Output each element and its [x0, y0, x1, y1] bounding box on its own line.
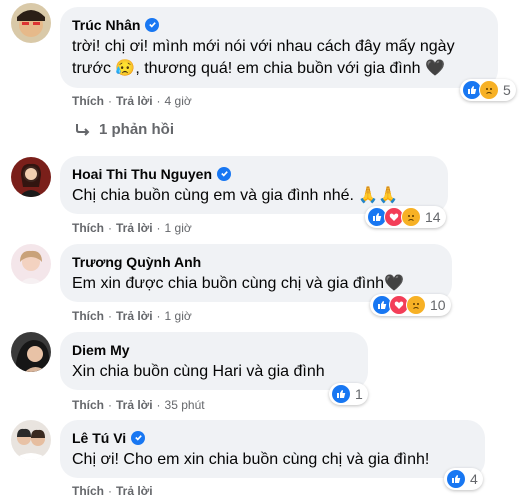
avatar[interactable]: [11, 420, 51, 460]
reaction-summary[interactable]: 10: [370, 294, 451, 316]
timestamp[interactable]: 1 giờ: [165, 221, 192, 235]
timestamp[interactable]: 35 phút: [165, 398, 205, 412]
verified-badge-icon: [131, 430, 146, 445]
author-name[interactable]: Diem My: [72, 342, 130, 358]
comment-actions: Thích · Trả lời: [72, 484, 153, 498]
comment-text-line: trời! chị ơi! mình mới nói với nhau cách…: [72, 38, 455, 55]
reaction-count: 14: [425, 209, 441, 225]
comment-text: trời! chị ơi! mình mới nói với nhau cách…: [72, 36, 486, 80]
timestamp[interactable]: 1 giờ: [165, 309, 192, 323]
like-link[interactable]: Thích: [72, 484, 104, 498]
comment-bubble: Lê Tú Vi Chị ơi! Cho em xin chia buồn cù…: [60, 420, 485, 478]
avatar[interactable]: [11, 244, 51, 284]
comment-actions: Thích · Trả lời · 35 phút: [72, 398, 205, 412]
comment-actions: Thích · Trả lời · 1 giờ: [72, 309, 192, 323]
reply-link[interactable]: Trả lời: [116, 221, 153, 235]
comment-bubble: Trúc Nhân trời! chị ơi! mình mới nói với…: [60, 7, 498, 88]
like-link[interactable]: Thích: [72, 309, 104, 323]
verified-badge-icon: [217, 166, 231, 181]
reaction-summary[interactable]: 14: [365, 206, 446, 228]
comment-text: Xin chia buồn cùng Hari và gia đình: [72, 363, 325, 380]
reply-link[interactable]: Trả lời: [116, 484, 153, 498]
timestamp[interactable]: 4 giờ: [165, 94, 192, 108]
avatar[interactable]: [11, 3, 51, 43]
sad-icon: [479, 80, 499, 100]
author-name[interactable]: Hoai Thi Thu Nguyen: [72, 166, 212, 182]
comment-text-line: trước 😥, thương quá! em chia buồn với gi…: [72, 60, 445, 77]
reply-link[interactable]: Trả lời: [116, 94, 153, 108]
sad-icon: [401, 207, 421, 227]
like-link[interactable]: Thích: [72, 398, 104, 412]
comment-actions: Thích · Trả lời · 4 giờ: [72, 94, 192, 108]
like-icon: [331, 384, 351, 404]
reply-link[interactable]: Trả lời: [116, 398, 153, 412]
like-icon: [446, 469, 466, 489]
reaction-summary[interactable]: 5: [460, 79, 516, 101]
author-name[interactable]: Trương Quỳnh Anh: [72, 254, 201, 270]
like-link[interactable]: Thích: [72, 221, 104, 235]
sad-icon: [406, 295, 426, 315]
author-name[interactable]: Lê Tú Vi: [72, 430, 126, 446]
reaction-count: 10: [430, 297, 446, 313]
avatar[interactable]: [11, 332, 51, 372]
reaction-count: 4: [470, 471, 478, 487]
like-link[interactable]: Thích: [72, 94, 104, 108]
reply-count-label: 1 phản hồi: [99, 121, 174, 138]
reaction-count: 5: [503, 82, 511, 98]
comment-text: Chị chia buồn cùng em và gia đình nhé. 🙏…: [72, 187, 399, 204]
comment-bubble: Diem My Xin chia buồn cùng Hari và gia đ…: [60, 332, 368, 390]
view-replies-button[interactable]: 1 phản hồi: [75, 121, 174, 138]
comment-text: Chị ơi! Cho em xin chia buồn cùng chị và…: [72, 451, 430, 468]
author-name[interactable]: Trúc Nhân: [72, 17, 140, 33]
verified-badge-icon: [145, 17, 160, 32]
reaction-summary[interactable]: 4: [444, 468, 483, 490]
reaction-count: 1: [355, 386, 363, 402]
avatar[interactable]: [11, 157, 51, 197]
reaction-summary[interactable]: 1: [329, 383, 368, 405]
comment-actions: Thích · Trả lời · 1 giờ: [72, 221, 192, 235]
comment-text: Em xin được chia buồn cùng chị và gia đì…: [72, 275, 404, 292]
reply-link[interactable]: Trả lời: [116, 309, 153, 323]
reply-arrow-icon: [76, 123, 90, 136]
